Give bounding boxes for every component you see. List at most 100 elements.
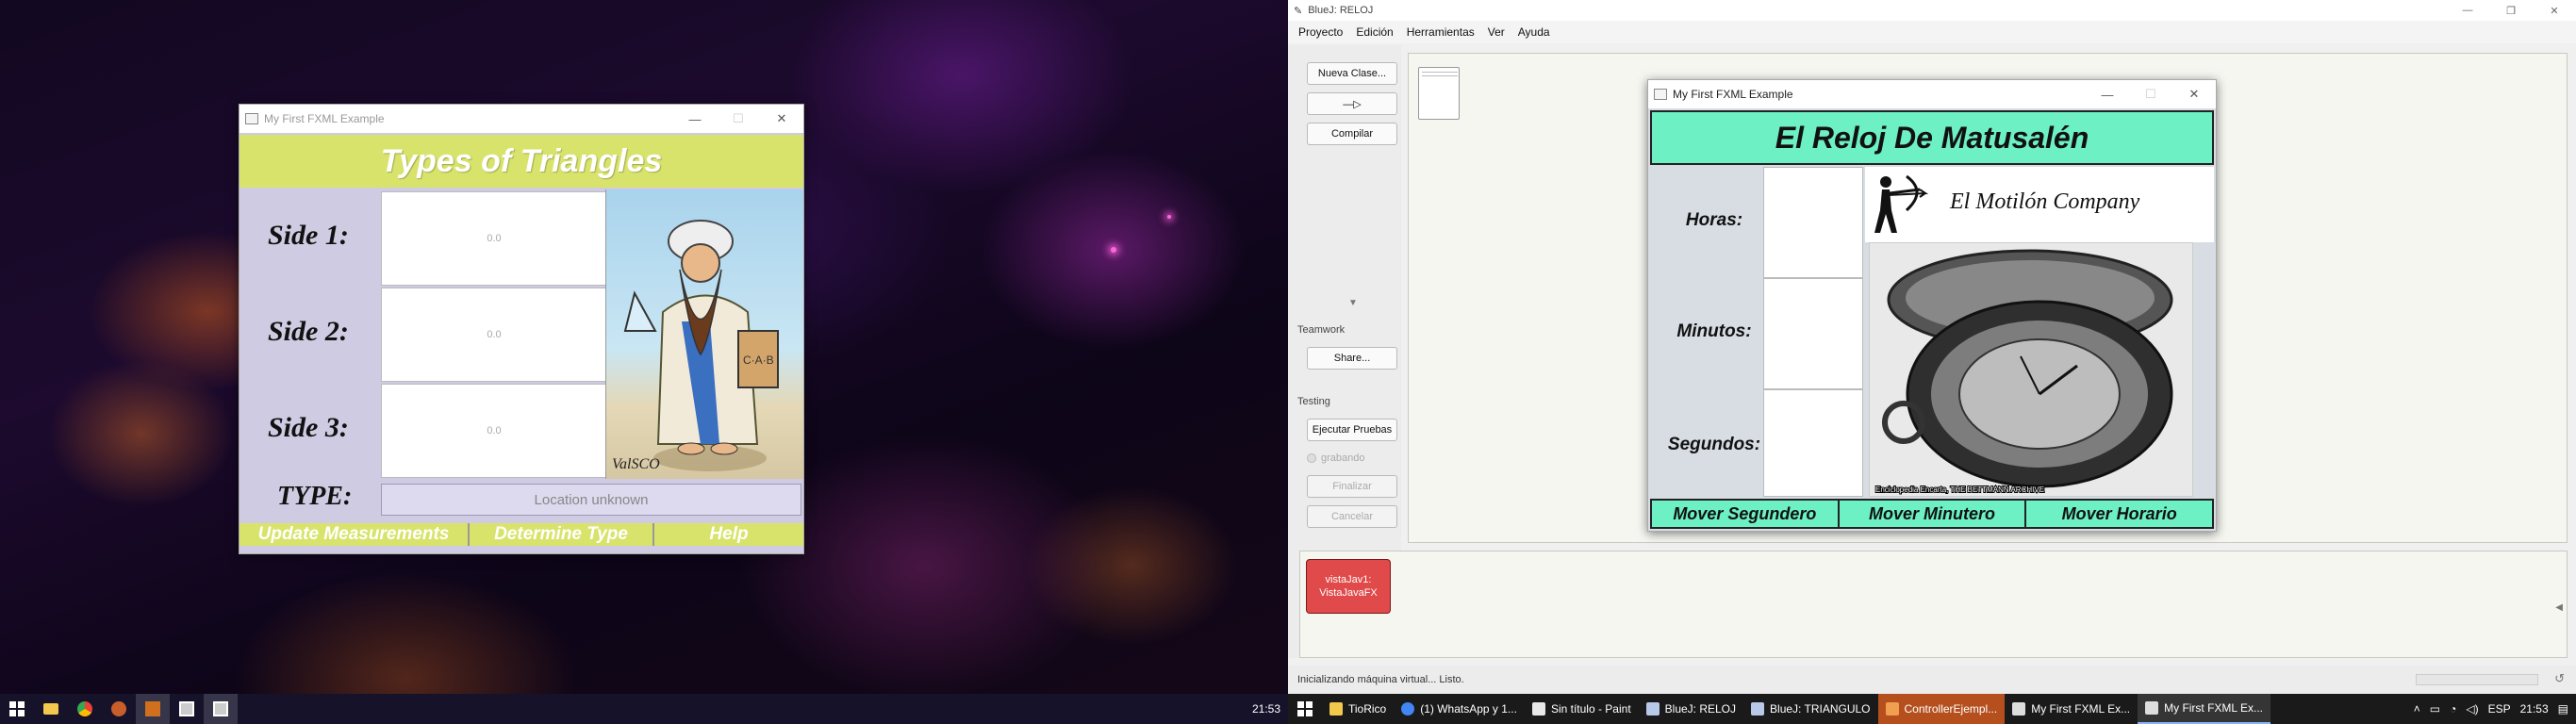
right-clock[interactable]: 21:53 [2520,702,2549,716]
side2-input[interactable]: 0.0 [381,288,607,382]
menu-ver[interactable]: Ver [1481,25,1511,39]
minutos-input[interactable] [1763,278,1863,389]
scroll-left-icon[interactable]: ◀ [2555,602,2563,613]
type-result-field: Location unknown [381,484,801,516]
close-icon[interactable]: ✕ [2172,80,2216,108]
image-caption: Enciclopedia Encarta, THE BETTMANN ARCHI… [1875,485,2044,494]
notifications-icon[interactable]: ▤ [2558,702,2568,716]
tray-chevron-icon[interactable]: ˄ [2414,702,2420,716]
taskbar-app-label: TioRico [1348,702,1387,716]
collapse-icon[interactable]: ▼ [1348,298,1358,308]
status-text: Inicializando máquina virtual... Listo. [1297,674,1464,685]
determine-type-button[interactable]: Determine Type [470,523,654,546]
java-app-icon[interactable] [136,694,170,724]
cancel-button[interactable]: Cancelar [1307,505,1397,528]
recording-indicator-icon [1307,453,1316,463]
app-header: El Reloj De Matusalén [1650,110,2214,165]
recording-label: grabando [1321,452,1365,464]
taskbar-app-fxml-2[interactable]: My First FXML Ex... [2138,694,2271,724]
menu-ayuda[interactable]: Ayuda [1511,25,1557,39]
taskbar-app-paint[interactable]: Sin título - Paint [1525,694,1639,724]
app-icon[interactable] [102,694,136,724]
file-explorer-icon[interactable] [34,694,68,724]
horas-input[interactable] [1763,167,1863,278]
triangles-body: Types of Triangles Side 1: 0.0 Side 2: 0… [239,133,803,553]
brand-banner: El Motilón Company [1865,167,2214,242]
window-titlebar[interactable]: My First FXML Example — ☐ ✕ [239,105,803,133]
object-bench: vistaJav1: VistaJavaFX ◀ [1299,551,2568,658]
chrome-icon [1401,702,1415,716]
menu-herramientas[interactable]: Herramientas [1400,25,1481,39]
windows-start-icon[interactable] [0,694,34,724]
taskbar-app-label: BlueJ: TRIANGULO [1770,702,1871,716]
finish-button[interactable]: Finalizar [1307,475,1397,498]
minutos-label: Minutos: [1676,321,1752,341]
close-icon[interactable]: ✕ [760,105,803,133]
mover-minutero-button[interactable]: Mover Minutero [1839,501,2027,527]
window-titlebar[interactable]: My First FXML Example — ☐ ✕ [1648,80,2216,108]
svg-text:C·A·B: C·A·B [743,354,774,367]
mover-segundero-button[interactable]: Mover Segundero [1652,501,1840,527]
window-title: My First FXML Example [1673,88,1793,101]
reloj-window: My First FXML Example — ☐ ✕ El Reloj De … [1647,79,2217,532]
object-instance-card[interactable]: vistaJav1: VistaJavaFX [1306,559,1391,614]
taskbar-app-label: My First FXML Ex... [2031,702,2131,716]
taskbar-app-controller[interactable]: ControllerEjempl... [1877,694,2006,724]
minimize-icon[interactable]: — [673,105,717,133]
arrow-button[interactable]: —▷ [1307,92,1397,115]
windows-start-icon[interactable] [1288,694,1322,724]
update-measurements-button[interactable]: Update Measurements [239,523,470,546]
pocket-watch-image: Enciclopedia Encarta, THE BETTMANN ARCHI… [1869,242,2193,497]
bluej-icon [1751,702,1765,716]
close-icon[interactable]: ✕ [2533,0,2576,21]
bluej-title: BlueJ: RELOJ [1308,5,1374,16]
type-label: TYPE: [277,482,353,511]
taskbar-app-fxml-1[interactable]: My First FXML Ex... [2005,694,2138,724]
taskbar-app-label: ControllerEjempl... [1904,702,1998,716]
teamwork-label: Teamwork [1297,324,1346,336]
vm-progress-bar [2416,674,2538,685]
share-button[interactable]: Share... [1307,347,1397,370]
taskbar-app-label: My First FXML Ex... [2164,701,2263,715]
restore-icon[interactable]: ❐ [2489,0,2533,21]
taskbar-app-tiorico[interactable]: TioRico [1322,694,1394,724]
network-icon[interactable]: ◔ [2450,702,2456,716]
minimize-icon[interactable]: — [2086,80,2129,108]
readme-file-icon[interactable] [1418,67,1460,120]
archer-logo-icon [1874,174,1929,233]
side3-input[interactable]: 0.0 [381,384,607,478]
triangles-window: My First FXML Example — ☐ ✕ Types of Tri… [239,104,804,554]
app-header: Types of Triangles [239,135,803,188]
menu-edicion[interactable]: Edición [1349,25,1399,39]
left-clock[interactable]: 21:53 [1252,694,1280,724]
taskbar-app-bluej-reloj[interactable]: BlueJ: RELOJ [1639,694,1743,724]
chrome-icon[interactable] [68,694,102,724]
language-indicator[interactable]: ESP [2488,702,2511,716]
java-icon [1885,702,1899,716]
taskbar-app-whatsapp[interactable]: (1) WhatsApp y 1... [1394,694,1525,724]
help-button[interactable]: Help [654,523,803,546]
window-app-icon [245,113,258,124]
minimize-icon[interactable]: — [2446,0,2489,21]
segundos-input[interactable] [1763,389,1863,497]
java-window-icon[interactable] [170,694,204,724]
mover-horario-button[interactable]: Mover Horario [2026,501,2213,527]
compile-button[interactable]: Compilar [1307,123,1397,145]
menu-proyecto[interactable]: Proyecto [1292,25,1349,39]
maximize-icon[interactable]: ☐ [2129,80,2172,108]
vm-reset-icon[interactable]: ↺ [2554,671,2565,686]
side1-input[interactable]: 0.0 [381,191,607,286]
menu-bar: Proyecto Edición Herramientas Ver Ayuda [1288,21,2576,43]
app-title: El Reloj De Matusalén [1775,120,2089,155]
testing-label: Testing [1297,396,1330,407]
run-tests-button[interactable]: Ejecutar Pruebas [1307,419,1397,441]
java-window-icon-2[interactable] [204,694,238,724]
java-window-icon [2145,701,2159,715]
volume-icon[interactable]: ◁) [2466,702,2478,716]
new-class-button[interactable]: Nueva Clase... [1307,62,1397,85]
bluej-titlebar[interactable]: ✎ BlueJ: RELOJ — ❐ ✕ [1288,0,2576,21]
taskbar-app-label: Sin título - Paint [1550,702,1631,716]
maximize-icon[interactable]: ☐ [717,105,760,133]
taskbar-app-bluej-triangulo[interactable]: BlueJ: TRIANGULO [1743,694,1877,724]
battery-icon[interactable]: ▭ [2430,702,2440,716]
